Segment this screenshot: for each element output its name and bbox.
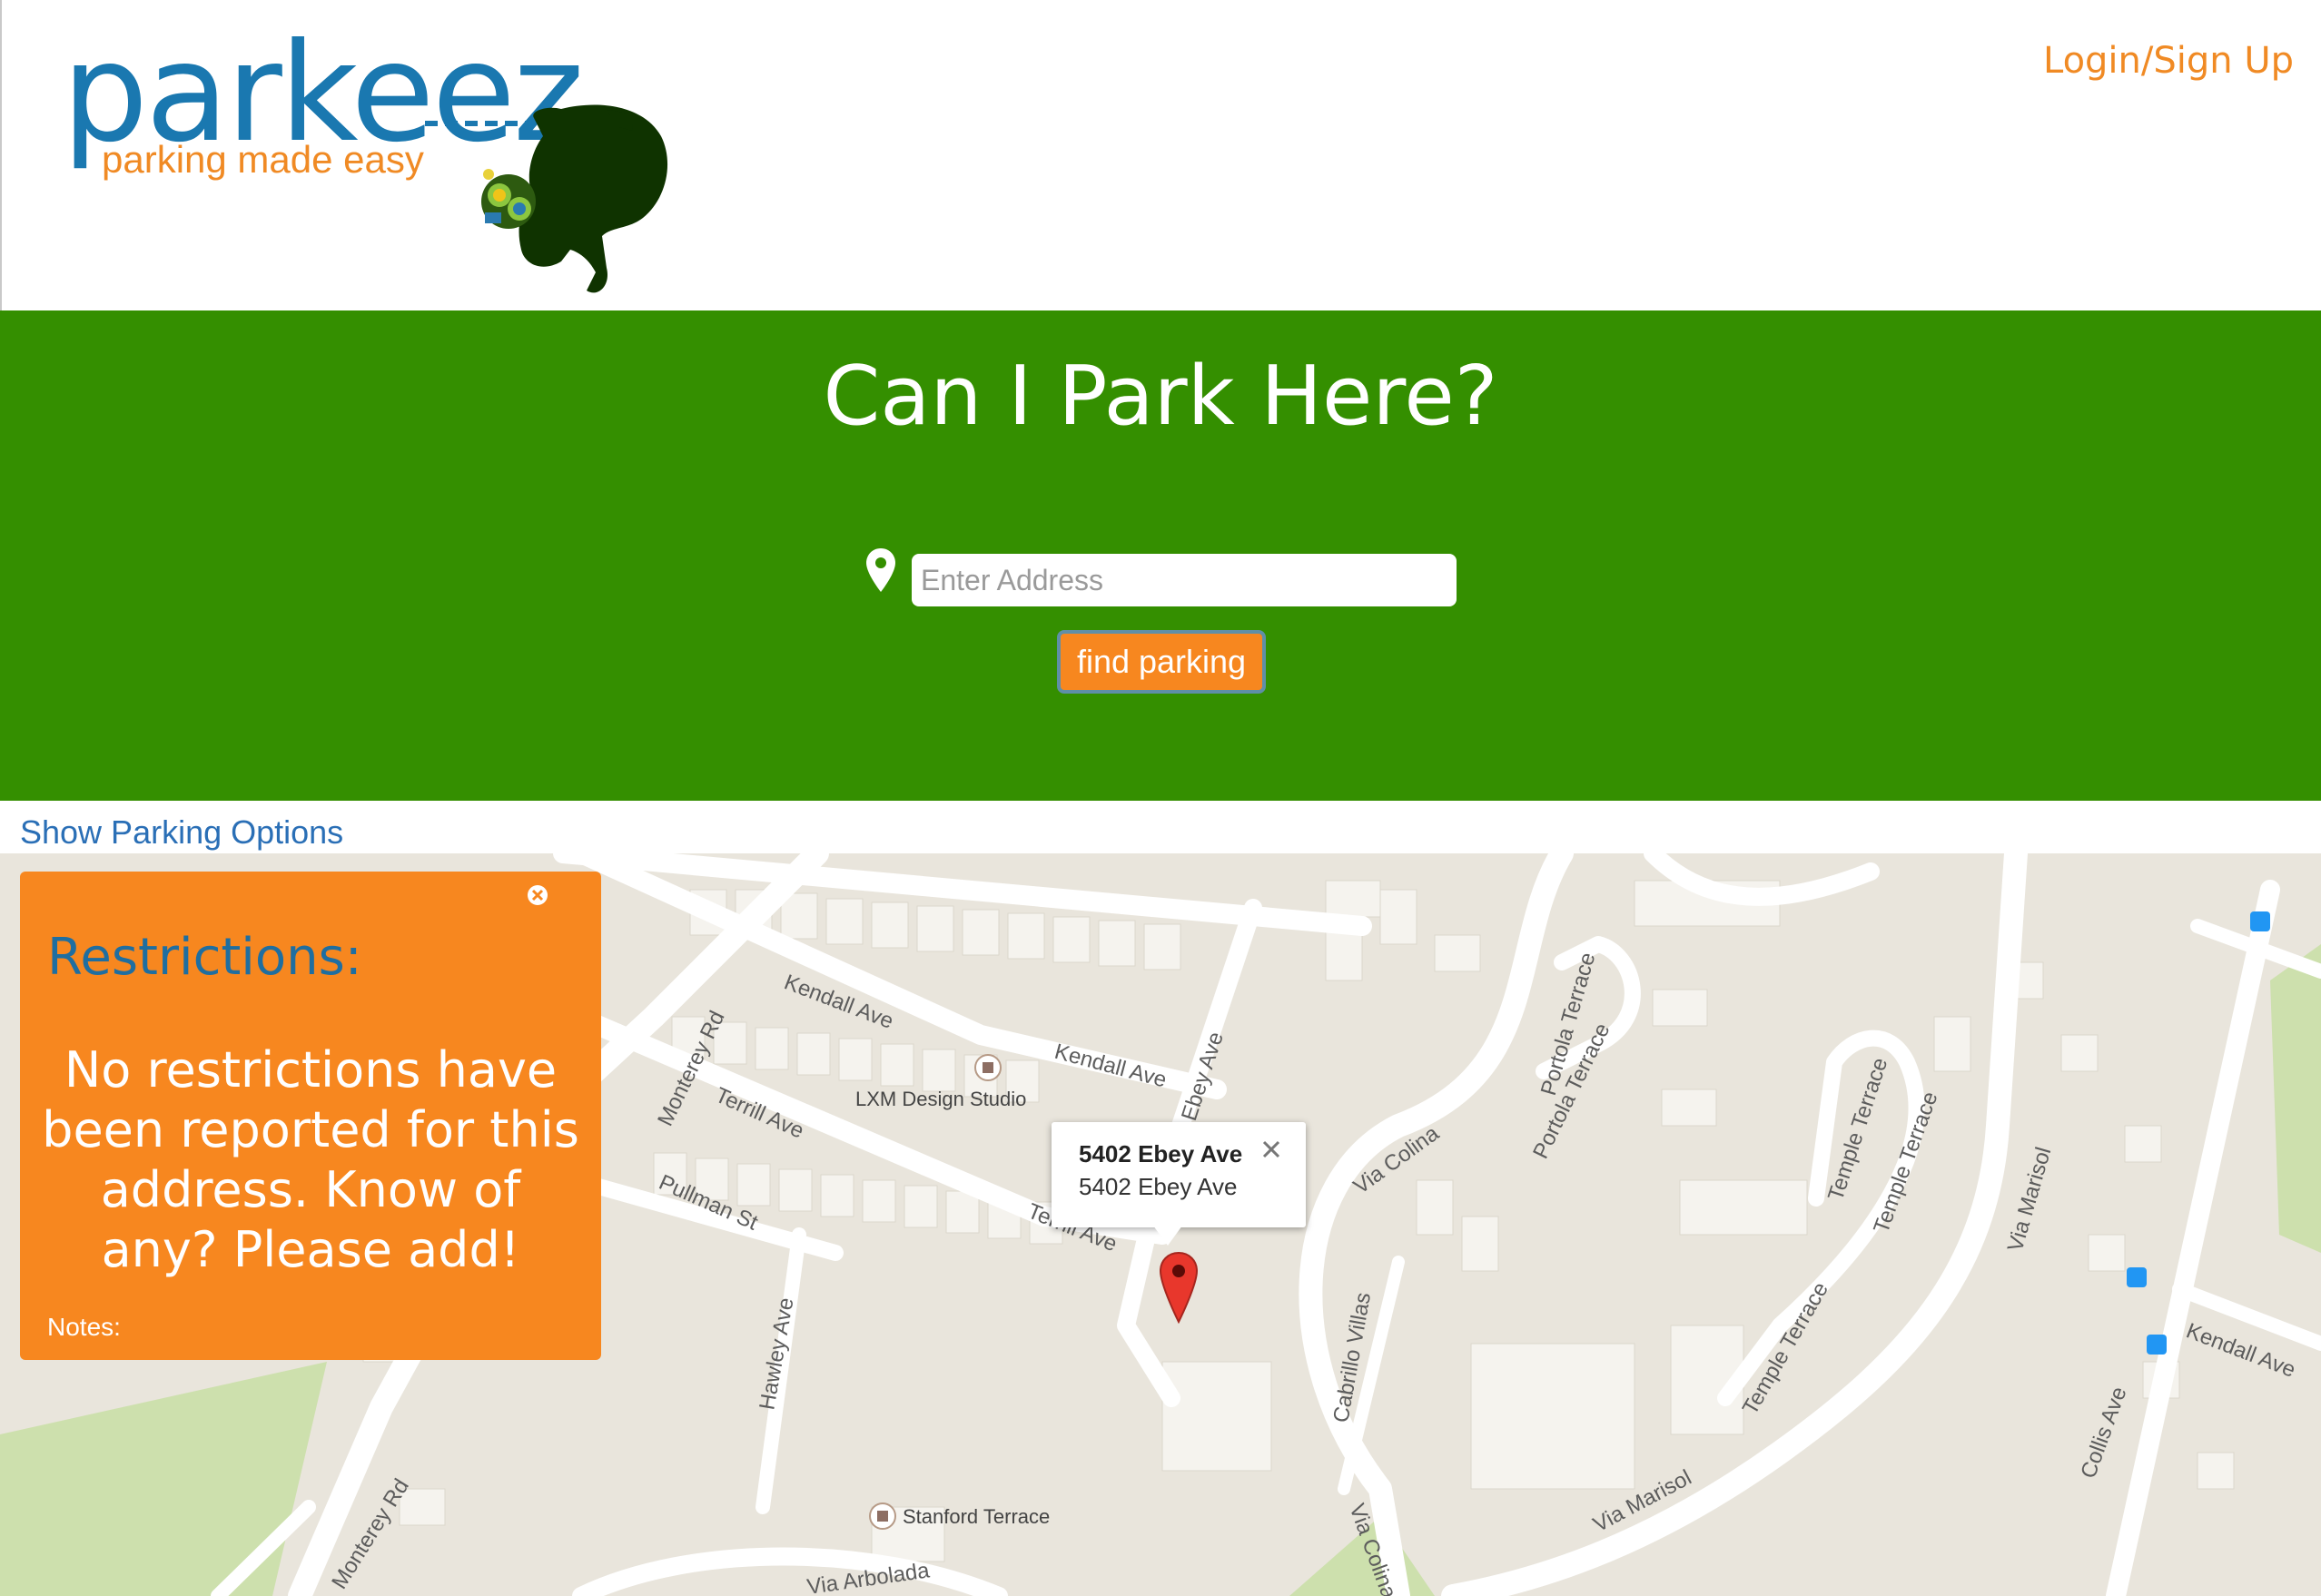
show-parking-options-link[interactable]: Show Parking Options bbox=[20, 813, 343, 852]
logo-tagline: parking made easy bbox=[102, 138, 424, 181]
lemur-mascot-icon bbox=[425, 104, 668, 293]
bus-stop-icon bbox=[2127, 1267, 2147, 1287]
login-signup-link[interactable]: Login/Sign Up bbox=[2043, 40, 2294, 82]
map-marker-icon[interactable] bbox=[1159, 1251, 1199, 1324]
address-input[interactable] bbox=[912, 554, 1457, 606]
location-pin-icon bbox=[866, 548, 895, 592]
bus-stop-icon bbox=[2147, 1335, 2167, 1355]
options-bar: Show Parking Options bbox=[0, 801, 2321, 853]
site-header: parkeez parking made easy Login/Sign Up bbox=[0, 0, 2321, 310]
notes-label: Notes: bbox=[47, 1313, 121, 1341]
close-icon[interactable] bbox=[1259, 1137, 1284, 1162]
info-window-tail bbox=[1153, 1226, 1182, 1246]
hero-section: Can I Park Here? find parking bbox=[0, 310, 2321, 801]
page-title: Can I Park Here? bbox=[823, 349, 1498, 444]
restrictions-message: No restrictions have been reported for t… bbox=[42, 1041, 579, 1278]
info-window-title: 5402 Ebey Ave bbox=[1079, 1140, 1243, 1167]
restrictions-panel: Restrictions: No restrictions have been … bbox=[20, 872, 601, 1360]
bus-stop-icon bbox=[2250, 911, 2270, 931]
poi-label: LXM Design Studio bbox=[855, 1088, 1026, 1110]
info-window-address: 5402 Ebey Ave bbox=[1079, 1173, 1238, 1200]
poi-label: Stanford Terrace bbox=[903, 1505, 1050, 1528]
close-icon[interactable] bbox=[525, 882, 550, 908]
map-info-window: 5402 Ebey Ave 5402 Ebey Ave bbox=[1052, 1122, 1306, 1227]
site-logo[interactable]: parkeez parking made easy bbox=[62, 16, 668, 293]
find-parking-button[interactable]: find parking bbox=[1057, 630, 1266, 694]
restrictions-title: Restrictions: bbox=[47, 928, 362, 987]
